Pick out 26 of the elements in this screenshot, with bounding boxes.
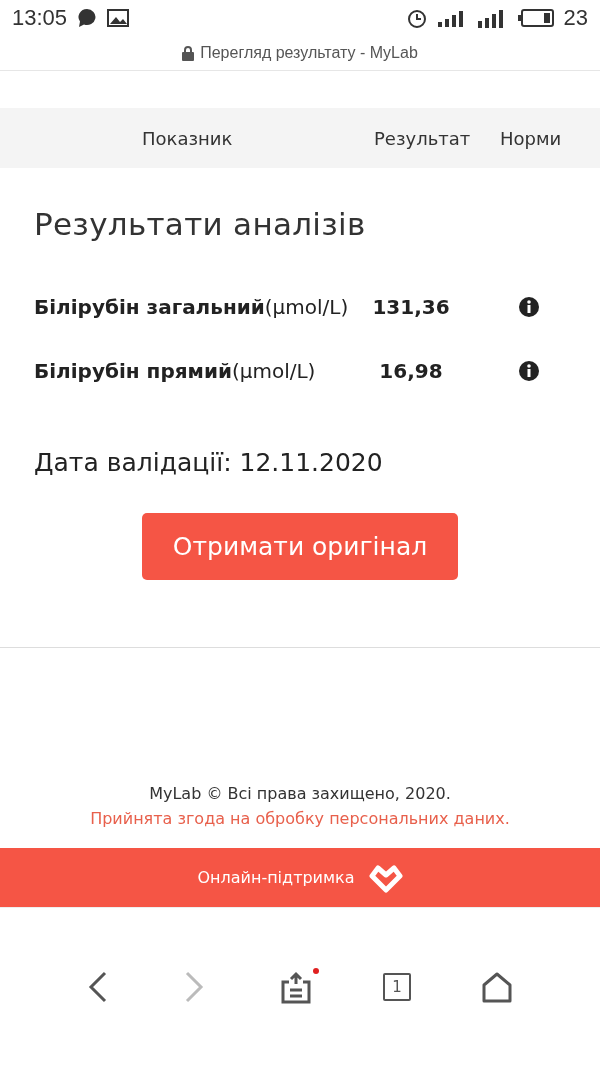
support-label: Онлайн-підтримка bbox=[197, 868, 355, 887]
column-header: Норми bbox=[500, 127, 562, 149]
results-title: Результати аналізів bbox=[34, 206, 367, 242]
heart-logo-icon bbox=[368, 862, 403, 893]
get-original-button[interactable]: Отримати оригінал bbox=[142, 513, 458, 580]
tabs-button[interactable]: 1 bbox=[383, 972, 411, 1001]
test-name: Білірубін прямий(μmol/L) bbox=[34, 358, 317, 385]
alarm-icon bbox=[405, 7, 428, 29]
copyright-text: MyLab © Всі права захищено, 2020. bbox=[148, 783, 452, 805]
battery-icon bbox=[517, 9, 554, 27]
page-title: Перегляд результату - MyLab bbox=[200, 44, 418, 62]
consent-link[interactable]: Прийнята згода на обробку персональних даних. bbox=[0, 806, 600, 831]
test-name: Білірубін загальний(μmol/L) bbox=[34, 294, 350, 321]
lock-icon bbox=[182, 45, 195, 61]
test-value: 16,98 bbox=[378, 358, 444, 385]
column-header: Результат bbox=[374, 127, 472, 149]
status-time: 13:05 bbox=[12, 5, 68, 31]
info-icon[interactable] bbox=[518, 360, 540, 382]
battery-level: 23 bbox=[563, 5, 588, 31]
info-icon[interactable] bbox=[518, 296, 540, 318]
validation-date: Дата валідації: 12.11.2020 bbox=[34, 448, 384, 477]
column-header: Показник bbox=[142, 127, 234, 149]
chat-icon bbox=[77, 8, 98, 28]
support-bar[interactable]: Онлайн-підтримка bbox=[0, 848, 600, 907]
image-icon bbox=[107, 9, 130, 27]
test-value: 131,36 bbox=[371, 294, 451, 321]
